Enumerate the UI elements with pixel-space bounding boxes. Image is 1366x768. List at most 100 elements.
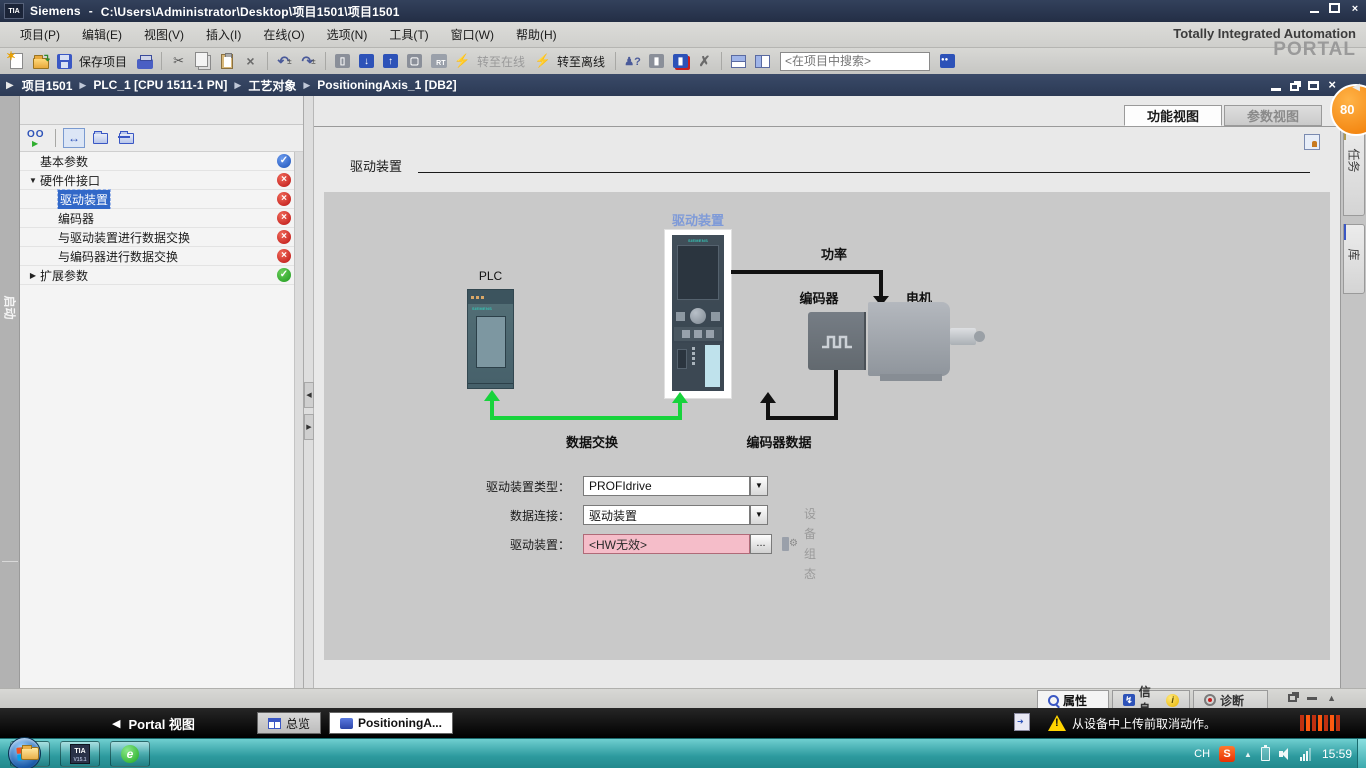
drive-device-field[interactable]: <HW无效> [583, 534, 750, 554]
collapse-left-icon[interactable]: ◀ [304, 382, 314, 408]
menu-insert[interactable]: 插入(I) [196, 23, 251, 46]
expand-right-icon[interactable]: ▶ [304, 414, 314, 440]
positioning-axis-button[interactable]: PositioningA... [329, 712, 453, 734]
accessible-devices-icon[interactable]: ▢ [404, 51, 425, 72]
monitor-all-icon[interactable] [26, 128, 48, 148]
network-signal-icon[interactable] [1300, 748, 1311, 761]
search-project-icon[interactable] [937, 51, 958, 72]
snapshot-icon[interactable] [1304, 134, 1320, 150]
menu-tools[interactable]: 工具(T) [379, 23, 438, 46]
device-error-icon[interactable]: ▮ [670, 51, 691, 72]
taskbar-tia-button[interactable]: TIAV15.1 [60, 741, 100, 767]
download-to-device-icon[interactable]: ▯ [332, 51, 353, 72]
startup-rail-label[interactable]: 启动 [2, 296, 19, 314]
editor-restore-icon[interactable] [1290, 83, 1299, 91]
expand-icon[interactable]: ▶ [28, 271, 38, 280]
editor-maximize-icon[interactable] [1308, 81, 1319, 90]
split-vertical-icon[interactable] [752, 51, 773, 72]
collapse-icon[interactable]: ▼ [28, 176, 38, 185]
menu-view[interactable]: 视图(V) [134, 23, 194, 46]
tab-parameter-view[interactable]: 参数视图 [1224, 105, 1322, 126]
menu-help[interactable]: 帮助(H) [506, 23, 567, 46]
stop-cpu-icon[interactable]: ↑ [380, 51, 401, 72]
cut-icon[interactable]: ✂ [168, 51, 189, 72]
inspector-collapse-icon[interactable]: ▲ [1327, 693, 1336, 703]
device-configuration-icon[interactable] [782, 537, 798, 553]
print-icon[interactable] [134, 51, 155, 72]
open-project-icon[interactable]: ↴ [30, 51, 51, 72]
browse-button[interactable]: ... [750, 534, 772, 554]
menu-online[interactable]: 在线(O) [253, 23, 314, 46]
online-diagnostics-icon[interactable]: ♟? [622, 51, 643, 72]
data-connection-select[interactable]: 驱动装置 [583, 505, 750, 525]
breadcrumb-project[interactable]: 项目1501 [22, 77, 73, 94]
chevron-down-icon[interactable]: ▼ [750, 505, 768, 525]
start-runtime-icon[interactable]: RT [428, 51, 449, 72]
show-desktop-button[interactable] [1357, 739, 1366, 768]
tree-item-drive[interactable]: 驱动装置 × [20, 190, 303, 209]
search-input[interactable] [780, 52, 930, 71]
portal-view-arrow-icon[interactable]: ◀ [112, 717, 120, 730]
redo-icon[interactable]: ↷± [298, 51, 319, 72]
collapse-rail-icon[interactable]: ◀ [1352, 82, 1360, 93]
tray-expand-icon[interactable]: ▲ [1244, 750, 1252, 759]
inspector-minimize-icon[interactable] [1307, 697, 1317, 700]
close-all-folders-icon[interactable] [115, 128, 137, 148]
sync-view-icon[interactable]: ↔ [63, 128, 85, 148]
new-project-icon[interactable]: ✶ [6, 51, 27, 72]
battery-icon[interactable] [1261, 747, 1270, 761]
undo-icon[interactable]: ↶± [274, 51, 295, 72]
drive-type-select[interactable]: PROFIdrive [583, 476, 750, 496]
tree-item-basic-parameters[interactable]: 基本参数 ✓ [20, 152, 303, 171]
delete-icon[interactable]: × [240, 51, 261, 72]
tree-item-extended-parameters[interactable]: ▶ 扩展参数 ✓ [20, 266, 303, 285]
minimize-icon[interactable] [1307, 3, 1321, 15]
menu-options[interactable]: 选项(N) [317, 23, 378, 46]
close-icon[interactable]: × [1348, 3, 1362, 15]
tree-item-encoder-data-exchange[interactable]: 与编码器进行数据交换 × [20, 247, 303, 266]
tab-info[interactable]: ↯ 信息 i [1112, 690, 1190, 709]
tree-item-drive-data-exchange[interactable]: 与驱动装置进行数据交换 × [20, 228, 303, 247]
taskbar-browser-button[interactable]: e [110, 741, 150, 767]
paste-icon[interactable] [216, 51, 237, 72]
editor-minimize-icon[interactable] [1271, 88, 1281, 91]
go-online-icon[interactable]: ⚡ [452, 51, 473, 72]
menu-window[interactable]: 窗口(W) [441, 23, 504, 46]
clock[interactable]: 15:59 [1322, 747, 1352, 761]
breadcrumb-lead-icon[interactable]: ▶ [6, 80, 14, 91]
tree-item-encoder[interactable]: 编码器 × [20, 209, 303, 228]
go-offline-icon[interactable]: ⚡ [532, 51, 553, 72]
libraries-tab[interactable]: 库 [1343, 224, 1365, 294]
language-indicator[interactable]: CH [1194, 748, 1210, 760]
inspector-restore-icon[interactable] [1288, 694, 1297, 702]
drive-link-label[interactable]: 驱动装置 [660, 210, 736, 229]
portal-view-label[interactable]: Portal 视图 [128, 714, 194, 733]
tasks-tab[interactable]: 任务 [1343, 124, 1365, 216]
menu-project[interactable]: 项目(P) [10, 23, 70, 46]
open-all-folders-icon[interactable] [89, 128, 111, 148]
go-online-label[interactable]: 转至在线 [477, 53, 525, 70]
save-project-label[interactable]: 保存项目 [79, 53, 127, 70]
close-editor-icon[interactable]: ✗ [694, 51, 715, 72]
tab-function-view[interactable]: 功能视图 [1124, 105, 1222, 126]
device-configuration-label[interactable]: 设备组态 [804, 504, 816, 584]
tab-diagnostics[interactable]: 诊断 [1193, 690, 1268, 709]
breadcrumb-tech-objects[interactable]: 工艺对象 [248, 77, 296, 94]
copy-icon[interactable] [192, 51, 213, 72]
device-info-icon[interactable]: ▮ [646, 51, 667, 72]
overview-button[interactable]: 总览 [257, 712, 321, 734]
speaker-icon[interactable] [1279, 748, 1291, 760]
breadcrumb-plc[interactable]: PLC_1 [CPU 1511-1 PN] [93, 78, 227, 92]
chevron-down-icon[interactable]: ▼ [750, 476, 768, 496]
breadcrumb-positioning-axis[interactable]: PositioningAxis_1 [DB2] [317, 78, 456, 92]
start-cpu-icon[interactable]: ↓ [356, 51, 377, 72]
go-offline-label[interactable]: 转至离线 [557, 53, 605, 70]
tab-properties[interactable]: 属性 [1037, 690, 1109, 709]
maximize-icon[interactable] [1329, 3, 1340, 13]
panel-splitter[interactable]: ◀ ▶ [304, 96, 314, 688]
sogou-input-icon[interactable]: S [1219, 746, 1235, 762]
menu-edit[interactable]: 编辑(E) [72, 23, 132, 46]
tree-scrollbar[interactable] [294, 152, 303, 688]
editor-close-icon[interactable]: × [1328, 79, 1336, 91]
split-horizontal-icon[interactable] [728, 51, 749, 72]
